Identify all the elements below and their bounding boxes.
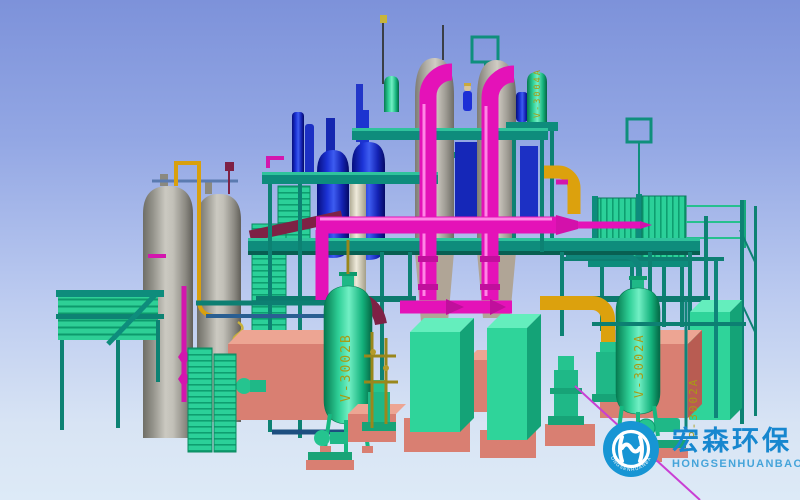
green-box-1 [410,318,474,432]
company-logo: HONGSENHUANBAO 宏森环保 HONGSENHUANBAO [602,420,800,478]
platform-mid-edge [262,172,438,175]
worker-figure [463,83,472,111]
label-v3004a: V-3004A [533,68,543,118]
green-box-2 [487,314,541,440]
plant-3d-render: V-3004A V-3002B V-3002A P-3002A HONGSENH… [0,0,800,500]
tank-relief-valve [225,162,234,171]
logo-chinese-name: 宏森环保 [672,428,800,456]
logo-latin-name: HONGSENHUANBAO [672,458,800,470]
platform-upper-edge [352,128,548,131]
pump-left [236,378,266,394]
label-v3002a: V-3002A [632,333,646,398]
small-green-column [384,76,399,112]
plate-heat-exchangers-left [188,348,236,452]
logo-mark-icon: HONGSENHUANBAO [602,420,660,478]
label-v3002b: V-3002B [339,333,354,402]
blue-panel-2 [520,146,538,226]
